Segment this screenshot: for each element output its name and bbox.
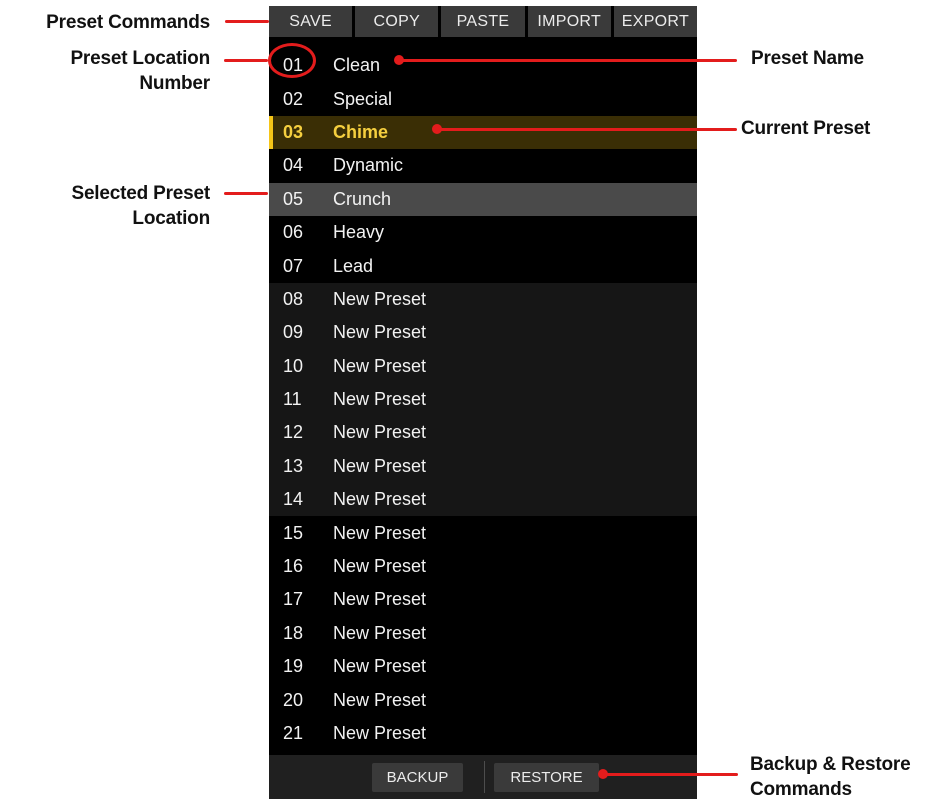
preset-row-current[interactable]: 03 Chime: [269, 115, 697, 150]
copy-button[interactable]: COPY: [355, 6, 439, 37]
preset-name: New Preset: [333, 455, 427, 476]
preset-name: New Preset: [333, 723, 427, 743]
leader-preset-location-number: [224, 59, 268, 62]
callout-backup-restore-line1: Backup & Restore: [750, 754, 911, 775]
preset-location-number: 07: [283, 255, 304, 276]
preset-row[interactable]: 02 Special: [269, 82, 697, 115]
preset-row[interactable]: 13 New Preset: [269, 449, 697, 484]
preset-row[interactable]: 11 New Preset: [269, 382, 697, 417]
preset-name: Special: [333, 88, 393, 109]
preset-location-number: 03: [283, 121, 304, 142]
preset-location-number: 13: [283, 455, 304, 476]
leader-preset-name-dot: [394, 55, 404, 65]
preset-row[interactable]: 18 New Preset: [269, 617, 697, 650]
preset-name: New Preset: [333, 288, 427, 309]
preset-location-number: 02: [283, 88, 304, 109]
preset-location-number: 08: [283, 288, 304, 309]
backup-restore-bar: BACKUP RESTORE: [269, 755, 697, 799]
preset-name: Heavy: [333, 222, 385, 243]
preset-location-number: 16: [283, 556, 304, 577]
preset-name: New Preset: [333, 422, 427, 443]
preset-row[interactable]: 12 New Preset: [269, 416, 697, 450]
callout-preset-location-number-line2: Number: [139, 73, 210, 94]
preset-location-number: 05: [283, 188, 304, 209]
preset-name: Dynamic: [333, 155, 404, 176]
leader-preset-commands: [225, 20, 269, 23]
preset-name: New Preset: [333, 322, 427, 343]
preset-name: New Preset: [333, 656, 427, 677]
preset-location-number: 06: [283, 222, 304, 243]
preset-name: New Preset: [333, 556, 427, 577]
preset-row-selected[interactable]: 05 Crunch: [269, 182, 697, 216]
preset-location-number: 11: [283, 389, 302, 410]
preset-commands-toolbar: SAVE COPY PASTE IMPORT EXPORT: [269, 6, 698, 37]
preset-name: New Preset: [333, 355, 427, 376]
preset-location-number: 18: [283, 622, 304, 643]
preset-location-number: 04: [283, 155, 304, 176]
preset-location-number: 12: [283, 422, 304, 443]
preset-list: 01 Clean 02 Special 03 Chime 04 Dynamic 05 Crunch…: [269, 49, 697, 750]
leader-preset-name: [399, 59, 737, 62]
preset-row[interactable]: 21 New Preset: [269, 717, 697, 750]
export-button[interactable]: EXPORT: [613, 6, 698, 37]
preset-row[interactable]: 07 Lead: [269, 249, 697, 282]
callout-selected-preset-location-line2: Location: [132, 208, 210, 229]
preset-row[interactable]: 10 New Preset: [269, 349, 697, 383]
preset-row[interactable]: 20 New Preset: [269, 683, 697, 716]
preset-location-number: 14: [283, 489, 304, 510]
preset-location-number: 21: [283, 723, 304, 743]
preset-name: New Preset: [333, 589, 427, 610]
preset-name: Crunch: [333, 188, 392, 209]
preset-name: New Preset: [333, 689, 427, 710]
leader-selected-preset-location: [224, 192, 268, 195]
import-button[interactable]: IMPORT: [527, 6, 611, 37]
callout-current-preset: Current Preset: [741, 118, 871, 139]
preset-name: New Preset: [333, 622, 427, 643]
preset-name: Chime: [333, 121, 389, 142]
leader-current-preset-dot: [432, 124, 442, 134]
preset-name: New Preset: [333, 489, 427, 510]
preset-panel: SAVE COPY PASTE IMPORT EXPORT 01 Clean 02 S…: [269, 6, 698, 799]
preset-row[interactable]: 14 New Preset: [269, 483, 697, 517]
preset-row[interactable]: 17 New Preset: [269, 583, 697, 616]
preset-row[interactable]: 19 New Preset: [269, 650, 697, 683]
callout-selected-preset-location: Selected Preset Location: [0, 181, 210, 231]
footer-divider: [484, 761, 485, 793]
preset-row[interactable]: 04 Dynamic: [269, 149, 697, 182]
callout-preset-location-number-line1: Preset Location: [70, 48, 210, 69]
preset-row[interactable]: 01 Clean: [269, 49, 697, 82]
preset-row[interactable]: 08 New Preset: [269, 282, 697, 317]
preset-location-number: 20: [283, 689, 304, 710]
preset-name: New Preset: [333, 389, 427, 410]
backup-button[interactable]: BACKUP: [372, 763, 463, 792]
save-button[interactable]: SAVE: [269, 6, 353, 37]
leader-current-preset: [437, 128, 737, 131]
callout-preset-commands: Preset Commands: [46, 12, 210, 33]
preset-row[interactable]: 09 New Preset: [269, 316, 697, 350]
preset-row[interactable]: 15 New Preset: [269, 516, 697, 549]
callout-preset-name: Preset Name: [751, 48, 864, 69]
callout-backup-restore: Backup & Restore Commands: [750, 752, 941, 802]
preset-row[interactable]: 16 New Preset: [269, 550, 697, 583]
leader-backup-restore: [603, 773, 738, 776]
preset-location-number-ring: [268, 43, 316, 78]
callout-backup-restore-line2: Commands: [750, 779, 852, 800]
leader-backup-restore-dot: [598, 769, 608, 779]
preset-location-number: 15: [283, 522, 304, 543]
preset-location-number: 17: [283, 589, 304, 610]
preset-name: New Preset: [333, 522, 427, 543]
callout-preset-location-number: Preset Location Number: [0, 46, 210, 96]
preset-location-number: 10: [283, 355, 304, 376]
callout-selected-preset-location-line1: Selected Preset: [71, 183, 210, 204]
preset-row[interactable]: 06 Heavy: [269, 216, 697, 249]
restore-button[interactable]: RESTORE: [494, 763, 599, 792]
preset-location-number: 19: [283, 656, 304, 677]
paste-button[interactable]: PASTE: [441, 6, 525, 37]
preset-location-number: 09: [283, 322, 304, 343]
preset-name: Lead: [333, 255, 374, 276]
